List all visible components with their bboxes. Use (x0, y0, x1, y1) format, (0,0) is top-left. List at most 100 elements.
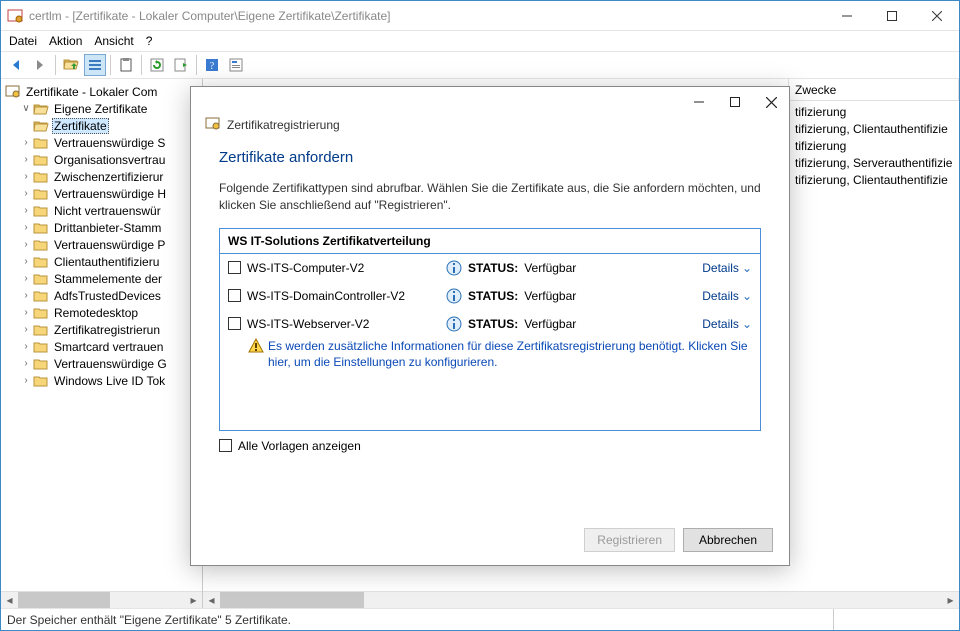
more-info-link[interactable]: Es werden zusätzliche Informationen für … (220, 338, 760, 380)
expand-icon[interactable]: › (19, 239, 33, 250)
menubar: Datei Aktion Ansicht ? (1, 31, 959, 51)
status-value: Verfügbar (524, 289, 576, 303)
status-label: STATUS: (468, 261, 518, 275)
chevron-down-icon: ⌄ (742, 261, 752, 275)
status-label: STATUS: (468, 289, 518, 303)
tree-item-selected[interactable]: Zertifikate (5, 117, 202, 134)
template-row[interactable]: WS-ITS-DomainController-V2 STATUS: Verfügb… (220, 282, 760, 310)
info-icon (446, 260, 462, 276)
show-all-templates-checkbox[interactable]: Alle Vorlagen anzeigen (219, 431, 761, 461)
details-label: Details (702, 261, 739, 275)
chevron-down-icon: ⌄ (742, 317, 752, 331)
scroll-right-button[interactable]: ▸ (942, 592, 959, 608)
menu-action[interactable]: Aktion (49, 34, 82, 48)
expand-icon[interactable]: › (19, 341, 33, 352)
close-button[interactable] (914, 1, 959, 30)
scroll-left-button[interactable]: ◂ (203, 592, 220, 608)
collapse-icon[interactable]: ∨ (19, 103, 33, 114)
expand-icon[interactable]: › (19, 358, 33, 369)
tree-item[interactable]: ›Vertrauenswürdige S (5, 134, 202, 151)
template-name: WS-ITS-DomainController-V2 (247, 289, 405, 303)
template-row[interactable]: WS-ITS-Webserver-V2STATUS:VerfügbarDetai… (220, 310, 760, 338)
maximize-button[interactable] (869, 1, 914, 30)
export-button[interactable] (170, 54, 192, 76)
view-list-button[interactable] (84, 54, 106, 76)
warning-icon (248, 338, 264, 354)
tree-item[interactable]: ›Smartcard vertrauen (5, 338, 202, 355)
dialog-title: Zertifikate anfordern (219, 149, 761, 166)
expand-icon[interactable]: › (19, 256, 33, 267)
clipboard-button[interactable] (115, 54, 137, 76)
minimize-button[interactable] (824, 1, 869, 30)
help-button[interactable]: ? (201, 54, 223, 76)
details-toggle[interactable]: Details⌄ (702, 261, 752, 275)
app-icon (7, 8, 23, 24)
properties-button[interactable] (225, 54, 247, 76)
details-label: Details (702, 289, 739, 303)
menu-help[interactable]: ? (146, 34, 153, 48)
tree-item[interactable]: ›AdfsTrustedDevices (5, 287, 202, 304)
expand-icon[interactable]: › (19, 222, 33, 233)
template-name: WS-ITS-Webserver-V2 (247, 317, 369, 331)
refresh-button[interactable] (146, 54, 168, 76)
tree-item[interactable]: ›Vertrauenswürdige P (5, 236, 202, 253)
chevron-down-icon: ⌄ (742, 289, 752, 303)
cert-enroll-dialog: Zertifikatregistrierung Zertifikate anfo… (190, 86, 790, 566)
dialog-header: Zertifikatregistrierung (191, 117, 789, 141)
scroll-right-button[interactable]: ▸ (185, 592, 202, 608)
tree-root[interactable]: Zertifikate - Lokaler Com (5, 83, 202, 100)
expand-icon[interactable]: › (19, 324, 33, 335)
tree-item[interactable]: ›Stammelemente der (5, 270, 202, 287)
tree-item[interactable]: ›Organisationsvertrau (5, 151, 202, 168)
tree-item[interactable]: ›Zertifikatregistrierun (5, 321, 202, 338)
status-value: Verfügbar (524, 317, 576, 331)
details-toggle[interactable]: Details⌄ (702, 289, 752, 303)
tree-item[interactable]: ›Zwischenzertifizierur (5, 168, 202, 185)
up-button[interactable] (60, 54, 82, 76)
column-purpose[interactable]: Zwecke (789, 79, 959, 100)
expand-icon[interactable]: › (19, 307, 33, 318)
svg-text:?: ? (210, 61, 215, 72)
info-icon (446, 288, 462, 304)
expand-icon[interactable]: › (19, 137, 33, 148)
tree-item[interactable]: ›Vertrauenswürdige H (5, 185, 202, 202)
scrollbar-horizontal[interactable] (18, 592, 185, 608)
tree-item[interactable]: ›Clientauthentifizieru (5, 253, 202, 270)
dialog-close-button[interactable] (753, 88, 789, 116)
expand-icon[interactable]: › (19, 273, 33, 284)
checkbox-icon[interactable] (228, 261, 241, 274)
tree-item[interactable]: ›Windows Live ID Tok (5, 372, 202, 389)
checkbox-icon[interactable] (228, 317, 241, 330)
nav-forward-button[interactable] (29, 54, 51, 76)
expand-icon[interactable]: › (19, 171, 33, 182)
nav-back-button[interactable] (5, 54, 27, 76)
checkbox-icon (219, 439, 232, 452)
dialog-minimize-button[interactable] (681, 88, 717, 116)
scrollbar-horizontal[interactable] (220, 592, 942, 608)
register-button[interactable]: Registrieren (584, 528, 675, 552)
expand-icon[interactable]: › (19, 154, 33, 165)
tree-item[interactable]: ∨ Eigene Zertifikate (5, 100, 202, 117)
dialog-header-text: Zertifikatregistrierung (227, 118, 340, 132)
menu-view[interactable]: Ansicht (94, 34, 133, 48)
tree-pane[interactable]: Zertifikate - Lokaler Com ∨ Eigene Zerti… (1, 79, 203, 608)
template-group-header[interactable]: WS IT-Solutions Zertifikatverteilung (219, 228, 761, 254)
expand-icon[interactable]: › (19, 375, 33, 386)
expand-icon[interactable]: › (19, 290, 33, 301)
scroll-left-button[interactable]: ◂ (1, 592, 18, 608)
dialog-maximize-button[interactable] (717, 88, 753, 116)
cert-icon (205, 117, 221, 133)
tree-item[interactable]: ›Remotedesktop (5, 304, 202, 321)
menu-file[interactable]: Datei (9, 34, 37, 48)
cancel-button[interactable]: Abbrechen (683, 528, 773, 552)
tree-item[interactable]: ›Drittanbieter-Stamm (5, 219, 202, 236)
expand-icon[interactable]: › (19, 188, 33, 199)
statusbar: Der Speicher enthält "Eigene Zertifikate… (1, 608, 959, 630)
template-row[interactable]: WS-ITS-Computer-V2STATUS:VerfügbarDetail… (220, 254, 760, 282)
details-toggle[interactable]: Details⌄ (702, 317, 752, 331)
tree-item[interactable]: ›Vertrauenswürdige G (5, 355, 202, 372)
tree-item[interactable]: ›Nicht vertrauenswür (5, 202, 202, 219)
template-group-body: WS-ITS-Computer-V2STATUS:VerfügbarDetail… (219, 254, 761, 431)
checkbox-icon[interactable] (228, 289, 241, 302)
expand-icon[interactable]: › (19, 205, 33, 216)
